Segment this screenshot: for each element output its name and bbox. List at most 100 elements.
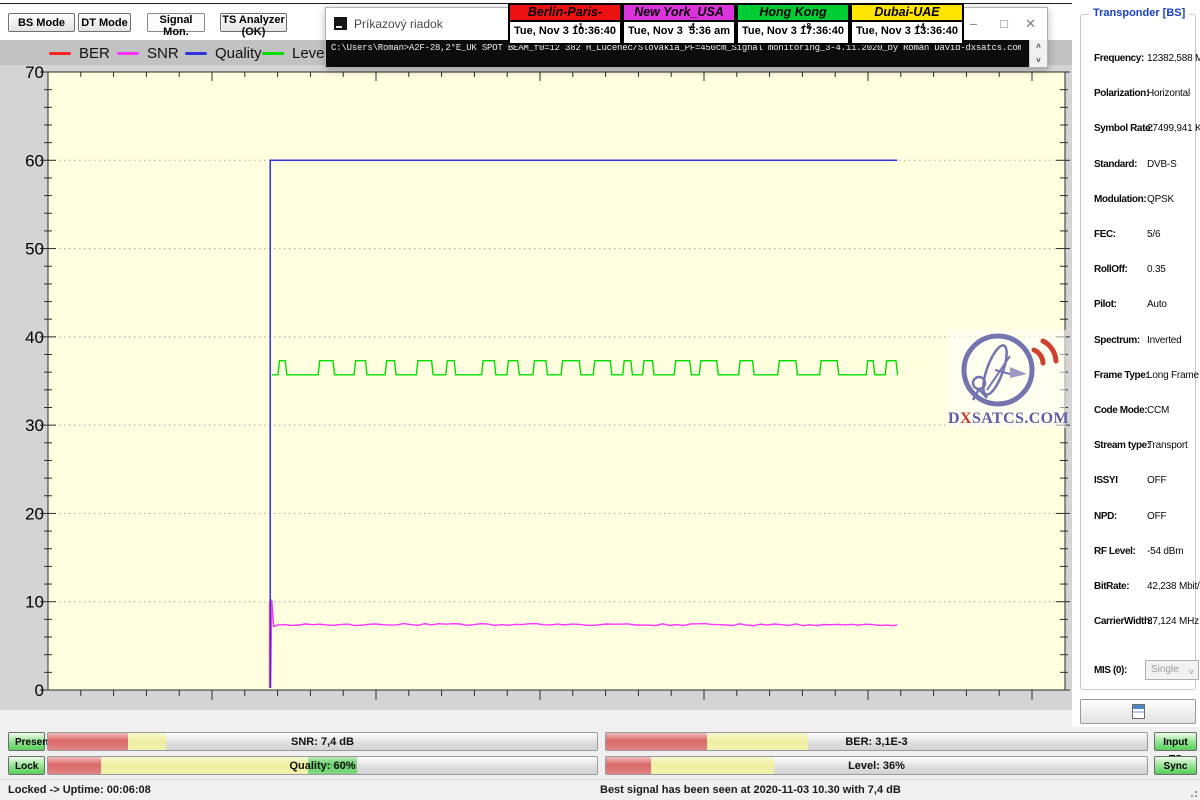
clock-date: Tue, Nov 3 [514, 25, 569, 37]
minimize-button[interactable]: – [970, 16, 977, 31]
clock-berlin-paris-bratislava: Berlin-Paris-BratislavaTue, Nov 3+110:36… [508, 3, 622, 45]
bar-label: SNR: 7,4 dB [48, 733, 597, 750]
satellite-dish-icon [948, 330, 1066, 408]
input-ts-button[interactable]: Input TS [1154, 732, 1197, 751]
tp-label-rolloff: RollOff: [1094, 264, 1127, 275]
y-axis-label: 30 [25, 416, 44, 435]
present-button[interactable]: Present [8, 732, 45, 751]
clock-time-row: Tue, Nov 3-45:36 am [622, 22, 736, 45]
clock-time: 10:36:40 [572, 25, 616, 37]
tp-value-modulation: QPSK [1147, 194, 1174, 205]
quality-bar: Quality: 60% [47, 756, 598, 775]
toolbar-button-dt-mode[interactable]: DT Mode [78, 13, 131, 32]
toolbar-button-ts-analyzer-ok[interactable]: TS Analyzer (OK) [220, 13, 287, 32]
tp-label-spectrum: Spectrum: [1094, 335, 1140, 346]
tp-label-frame-type: Frame Type: [1094, 370, 1148, 381]
clock-city: Hong Kong [736, 3, 850, 22]
tp-label-modulation: Modulation: [1094, 194, 1146, 205]
y-axis-label: 40 [25, 328, 44, 347]
clock-time-row: Tue, Nov 3+413:36:40 [850, 22, 964, 45]
dxsatcs-logo-text: DXSATCS.COM [948, 410, 1066, 428]
close-button[interactable]: ✕ [1025, 16, 1036, 32]
tp-label-carrierwidth: CarrierWidth: [1094, 616, 1153, 627]
tp-label-code-mode: Code Mode: [1094, 405, 1147, 416]
clock-time: 17:36:40 [800, 25, 844, 37]
y-axis-label: 50 [25, 240, 44, 259]
signal-monitor-app: BS ModeDT Mode Signal Mon. TS Analyzer (OK… [0, 0, 1200, 800]
console-title: Príkazový riadok [354, 17, 443, 31]
tp-value-rolloff: 0.35 [1147, 264, 1166, 275]
clock-hong-kong: Hong KongTue, Nov 3+817:36:40 [736, 3, 850, 45]
y-axis-label: 60 [25, 151, 44, 170]
tp-label-symbol-rate: Symbol Rate: [1094, 123, 1153, 134]
tp-label-rf-level: RF Level: [1094, 546, 1135, 557]
tp-label-stream-type: Stream type: [1094, 440, 1150, 451]
clock-time-row: Tue, Nov 3+110:36:40 [508, 22, 622, 45]
clock-city: New York_USA [622, 3, 736, 22]
sync-ts-button[interactable]: Sync TS [1154, 756, 1197, 775]
tp-label-bitrate: BitRate: [1094, 581, 1129, 592]
y-axis-label: 0 [35, 681, 44, 700]
level-bar: Level: 36% [605, 756, 1148, 775]
maximize-button[interactable]: □ [1000, 16, 1008, 31]
resize-grip[interactable] [1189, 789, 1197, 797]
dxsatcs-logo: DXSATCS.COM [948, 330, 1066, 428]
tp-label-pilot: Pilot: [1094, 299, 1117, 310]
bar-label: Quality: 60% [48, 757, 597, 774]
clock-time: 13:36:40 [914, 25, 958, 37]
tp-value-frame-type: Long Frame [1147, 370, 1199, 381]
clock-city: Dubai-UAE [850, 3, 964, 22]
tp-value-pilot: Auto [1147, 299, 1167, 310]
y-axis-label: 20 [25, 504, 44, 523]
y-axis-label: 10 [25, 593, 44, 612]
clock-dubai-uae: Dubai-UAETue, Nov 3+413:36:40 [850, 3, 964, 45]
mis-value: Single [1151, 664, 1179, 675]
tp-label-issyi: ISSYI [1094, 475, 1118, 486]
lock-button[interactable]: Lock [8, 756, 45, 775]
toolbar-button-signal-mon[interactable]: Signal Mon. [147, 13, 205, 32]
statusbar: Locked -> Uptime: 00:06:08 Best signal h… [0, 779, 1200, 800]
transponder-groupbox: Transponder [BS] Frequency:12382,588 MHz… [1080, 14, 1196, 690]
plot-area [48, 72, 1065, 690]
mis-label: MIS (0): [1094, 665, 1127, 676]
world-clocks: Berlin-Paris-BratislavaTue, Nov 3+110:36… [508, 3, 964, 45]
tp-value-standard: DVB-S [1147, 159, 1177, 170]
tp-value-frequency: 12382,588 MHz [1147, 53, 1200, 64]
tp-value-stream-type: Transport [1147, 440, 1188, 451]
snr-bar: SNR: 7,4 dB [47, 732, 598, 751]
tp-value-code-mode: CCM [1147, 405, 1169, 416]
clock-city: Berlin-Paris-Bratislava [508, 3, 622, 22]
tp-value-fec: 5/6 [1147, 229, 1160, 240]
tp-value-rf-level: -54 dBm [1147, 546, 1183, 557]
chevron-down-icon: ˅ [1189, 663, 1194, 681]
tp-value-npd: OFF [1147, 511, 1166, 522]
signal-chart-panel: BERSNRQualityLevel 010203040506070 DXSAT… [0, 40, 1072, 710]
console-icon [334, 17, 347, 30]
clock-new-york-usa: New York_USATue, Nov 3-45:36 am [622, 3, 736, 45]
scroll-down-icon[interactable]: ˅ [1030, 54, 1047, 67]
mis-select[interactable]: Single ˅ [1145, 660, 1199, 680]
scroll-up-icon[interactable]: ˄ [1030, 40, 1047, 53]
tp-value-spectrum: Inverted [1147, 335, 1182, 346]
tp-label-frequency: Frequency: [1094, 53, 1144, 64]
clock-date: Tue, Nov 3 [856, 25, 911, 37]
ts-tool-button[interactable] [1080, 699, 1196, 724]
stream-stack-icon [1132, 704, 1145, 719]
tp-value-polarization: Horizontal [1147, 88, 1190, 99]
clock-time: 5:36 am [689, 25, 730, 37]
tp-label-npd: NPD: [1094, 511, 1117, 522]
tp-label-standard: Standard: [1094, 159, 1137, 170]
transponder-title: Transponder [BS] [1089, 7, 1189, 19]
clock-date: Tue, Nov 3 [628, 25, 683, 37]
clock-date: Tue, Nov 3 [742, 25, 797, 37]
transponder-sidebar: Transponder [BS] Frequency:12382,588 MHz… [1072, 0, 1200, 727]
clock-time-row: Tue, Nov 3+817:36:40 [736, 22, 850, 45]
tp-value-bitrate: 42,238 Mbit/s [1147, 581, 1200, 592]
toolbar-button-bs-mode[interactable]: BS Mode [8, 13, 75, 32]
tp-value-symbol-rate: 27499,941 KS/s [1147, 123, 1200, 134]
bar-label: Level: 36% [606, 757, 1147, 774]
tp-value-carrierwidth: 37,124 MHz [1147, 616, 1199, 627]
console-scrollbar[interactable]: ˄ ˅ [1029, 40, 1047, 67]
bar-label: BER: 3,1E-3 [606, 733, 1147, 750]
lock-uptime-status: Locked -> Uptime: 00:06:08 [8, 784, 151, 796]
